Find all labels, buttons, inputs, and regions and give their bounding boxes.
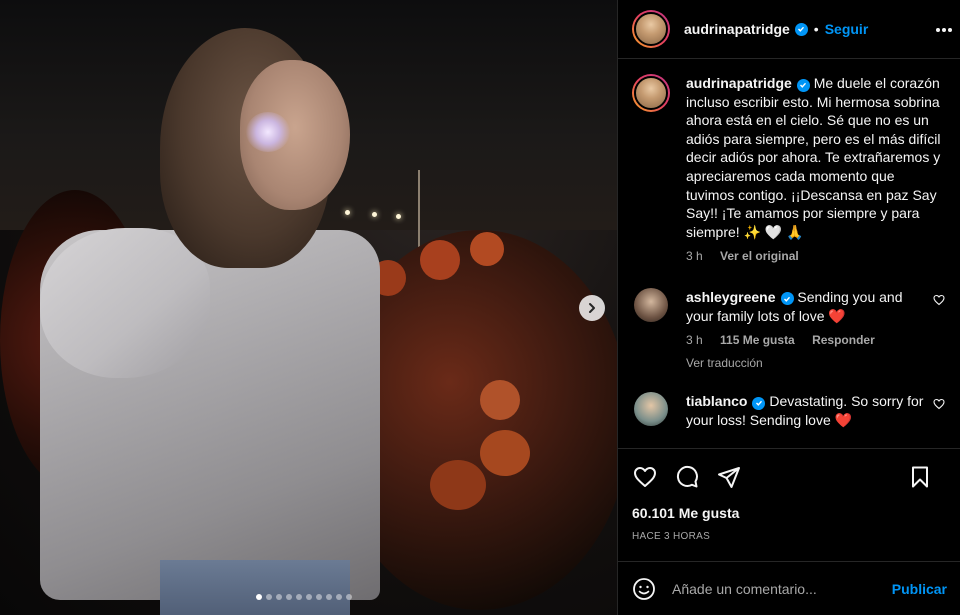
- caption: audrinapatridge Me duele el corazón incl…: [632, 74, 947, 266]
- carousel-dot[interactable]: [256, 594, 262, 600]
- author-avatar[interactable]: [632, 10, 670, 48]
- comment-username[interactable]: tiablanco: [686, 393, 747, 409]
- jeans: [160, 560, 350, 615]
- rose: [430, 460, 486, 510]
- carousel-dot[interactable]: [336, 594, 342, 600]
- chevron-right-icon: [589, 303, 595, 313]
- share-paper-plane-icon[interactable]: [716, 464, 742, 490]
- commenter-avatar[interactable]: [634, 392, 668, 427]
- more-options-icon[interactable]: [934, 20, 954, 40]
- post-sidebar: audrinapatridge • Seguir audrinapatridge…: [617, 0, 960, 615]
- carousel-indicators: [256, 594, 352, 600]
- comment-bubble-icon[interactable]: [674, 464, 700, 490]
- comment-item: tiablanco Devastating. So sorry for your…: [632, 392, 947, 429]
- publish-button[interactable]: Publicar: [892, 581, 947, 597]
- verified-badge-icon: [752, 396, 766, 410]
- commenter-avatar[interactable]: [634, 287, 668, 322]
- face-glitter: [246, 112, 290, 152]
- comments-section[interactable]: audrinapatridge Me duele el corazón incl…: [618, 60, 960, 447]
- separator-dot: •: [813, 21, 819, 37]
- caption-text: Me duele el corazón incluso escribir est…: [686, 75, 941, 240]
- likes-count[interactable]: 60.101 Me gusta: [632, 505, 947, 521]
- like-comment-heart-icon[interactable]: [933, 294, 945, 306]
- emoji-smiley-icon[interactable]: [632, 577, 656, 601]
- string-light: [372, 212, 377, 217]
- carousel-dot[interactable]: [326, 594, 332, 600]
- rose: [480, 430, 530, 476]
- comment-input[interactable]: [672, 580, 892, 597]
- caption-time[interactable]: 3 h: [686, 249, 703, 263]
- red-heart-emoji: ❤️: [834, 411, 853, 428]
- author-username[interactable]: audrinapatridge: [684, 21, 790, 37]
- comment-username[interactable]: ashleygreene: [686, 289, 776, 305]
- verified-badge-icon: [780, 292, 794, 306]
- verified-badge-icon: [796, 78, 810, 92]
- rose: [480, 380, 520, 420]
- rose: [420, 240, 460, 280]
- string-light: [396, 214, 401, 219]
- see-original-link[interactable]: Ver el original: [720, 249, 799, 263]
- like-comment-heart-icon[interactable]: [933, 398, 945, 410]
- reply-button[interactable]: Responder: [812, 333, 875, 347]
- string-light: [345, 210, 350, 215]
- comment-item: ashleygreene Sending you and your family…: [632, 287, 947, 372]
- translate-link[interactable]: Ver traducción: [686, 356, 763, 370]
- post-header: audrinapatridge • Seguir: [618, 0, 960, 59]
- post-actions: 60.101 Me gusta HACE 3 HORAS: [618, 448, 960, 560]
- red-heart-emoji: ❤️: [828, 307, 846, 324]
- carousel-dot[interactable]: [306, 594, 312, 600]
- follow-button[interactable]: Seguir: [825, 21, 869, 37]
- rose: [470, 232, 504, 266]
- add-comment-bar: Publicar: [618, 561, 960, 615]
- author-avatar[interactable]: [632, 74, 670, 112]
- verified-badge-icon: [794, 22, 808, 36]
- carousel-dot[interactable]: [316, 594, 322, 600]
- comment-time[interactable]: 3 h: [686, 333, 703, 347]
- save-bookmark-icon[interactable]: [907, 464, 933, 490]
- hood: [40, 228, 210, 378]
- carousel-dot[interactable]: [266, 594, 272, 600]
- carousel-dot[interactable]: [286, 594, 292, 600]
- post-timestamp: HACE 3 HORAS: [632, 531, 711, 542]
- like-heart-icon[interactable]: [632, 464, 658, 490]
- post-media[interactable]: [0, 0, 617, 615]
- caption-username[interactable]: audrinapatridge: [686, 75, 792, 91]
- next-slide-button[interactable]: [579, 295, 605, 321]
- carousel-dot[interactable]: [296, 594, 302, 600]
- comment-likes[interactable]: 115 Me gusta: [720, 333, 795, 347]
- carousel-dot[interactable]: [276, 594, 282, 600]
- carousel-dot[interactable]: [346, 594, 352, 600]
